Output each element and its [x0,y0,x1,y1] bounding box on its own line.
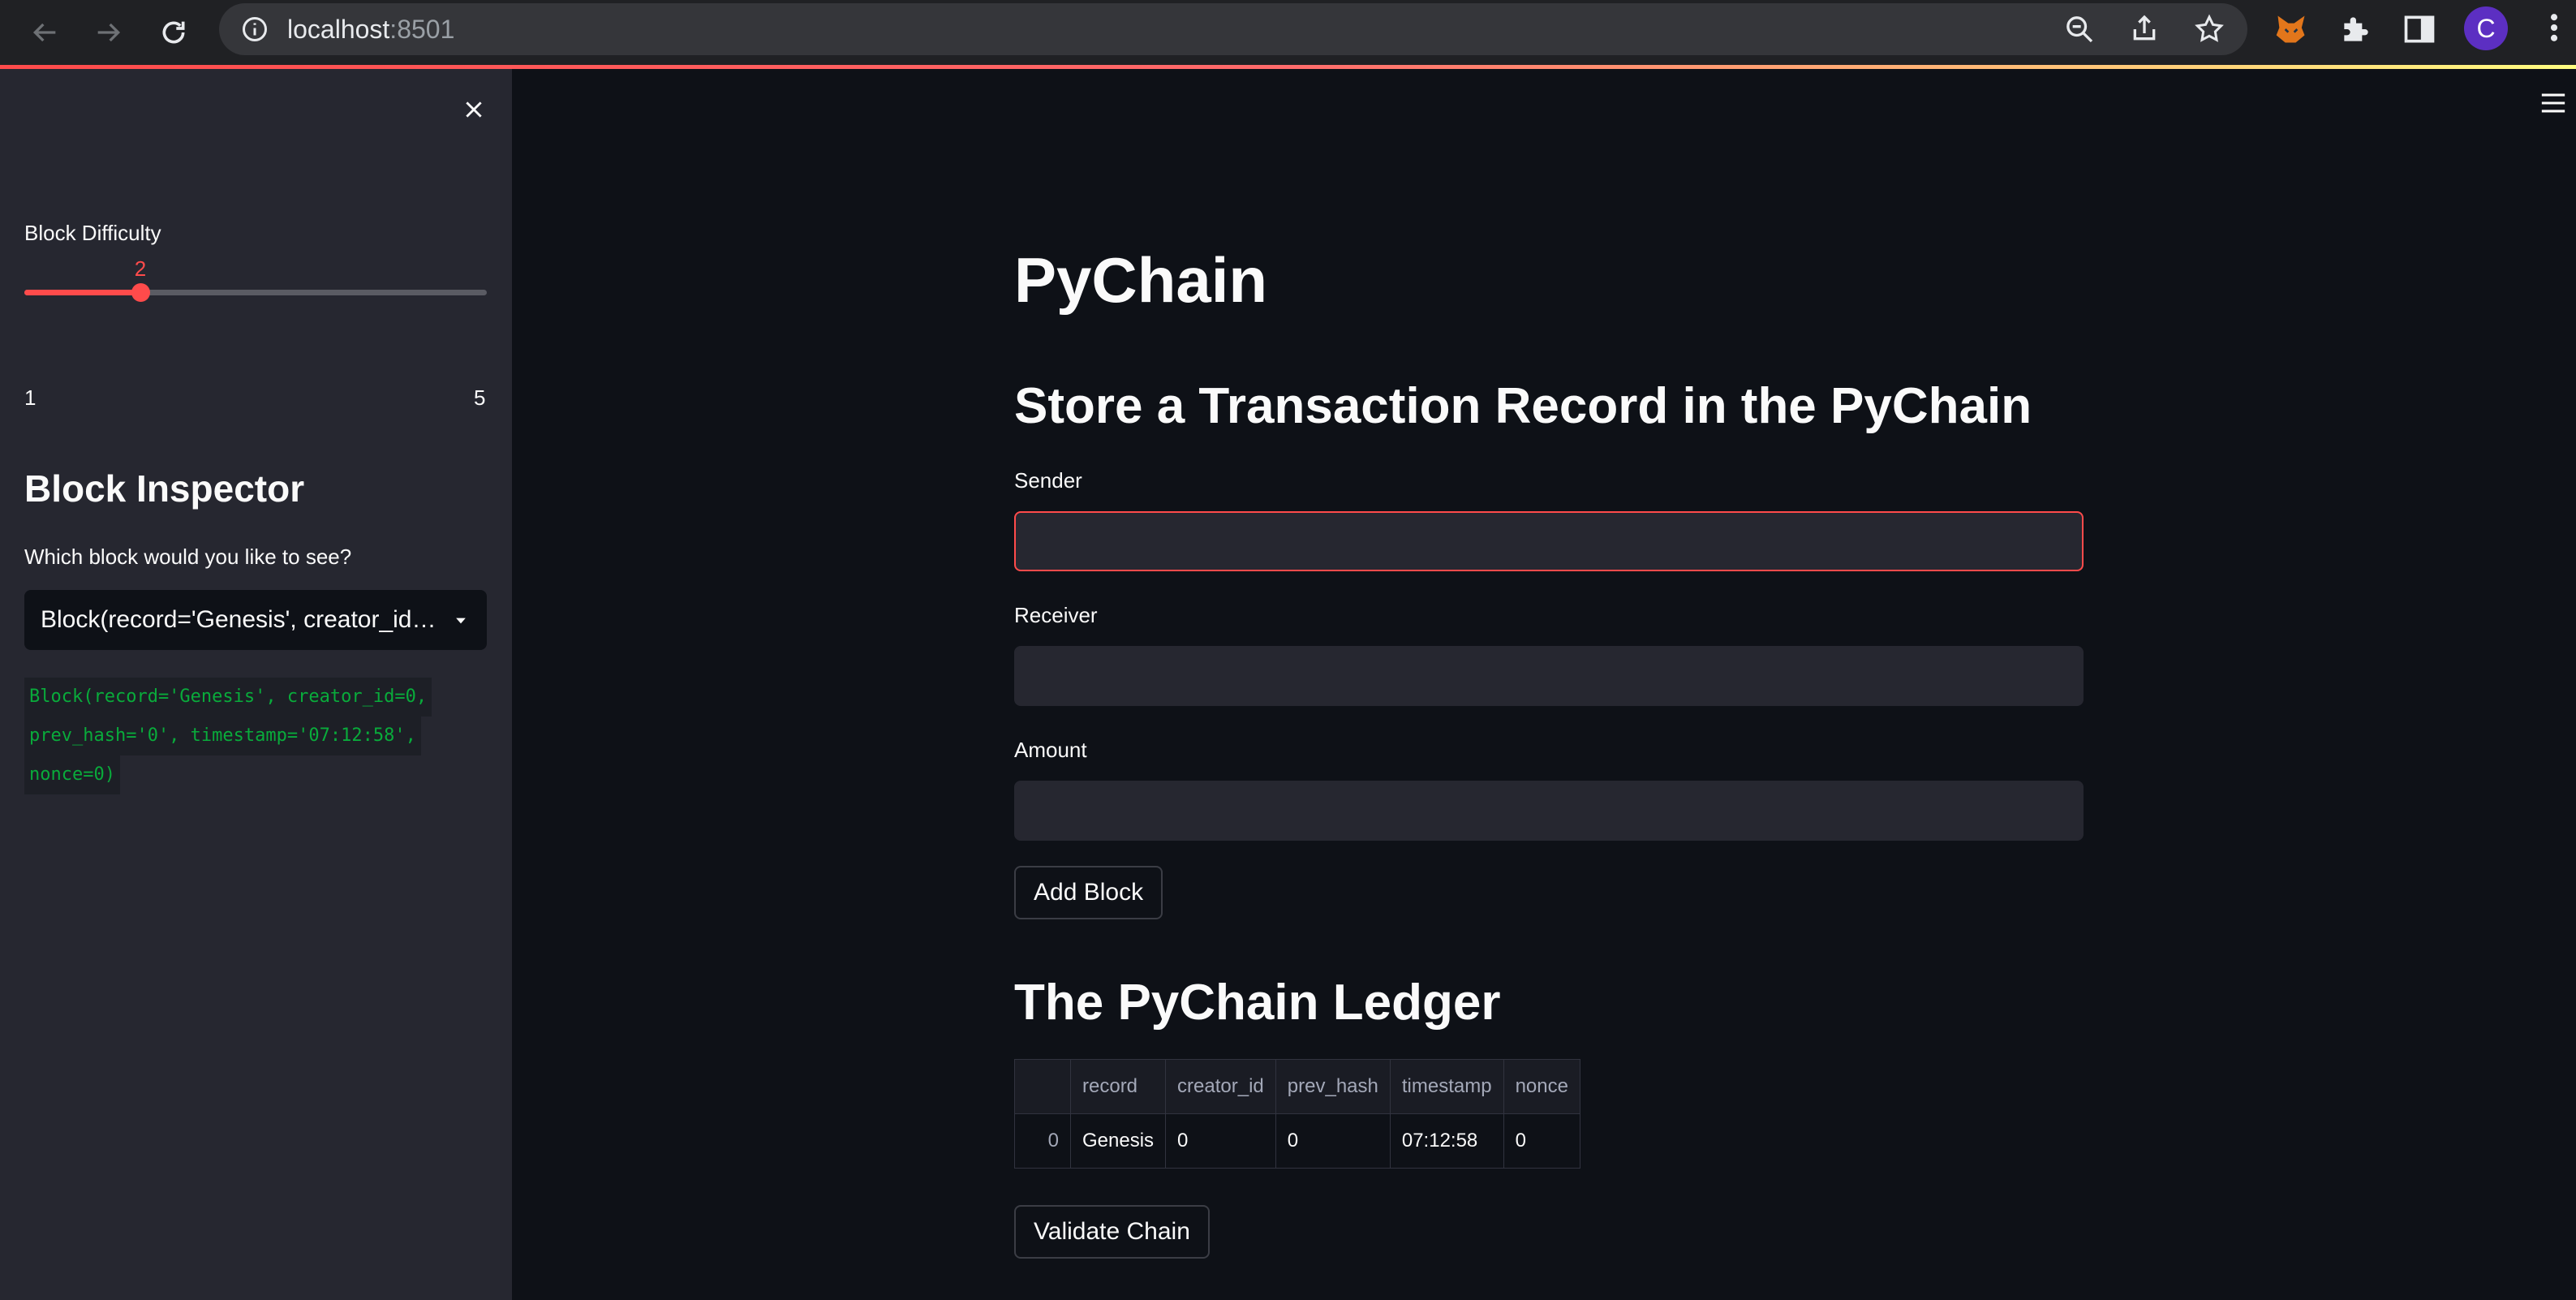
ledger-title: The PyChain Ledger [1014,975,1501,1031]
slider-fill [24,290,140,295]
receiver-label: Receiver [1014,603,1098,627]
block-select-value: Block(record='Genesis', creator_id=0, pr… [41,606,438,633]
form-title: Store a Transaction Record in the PyChai… [1014,378,2032,434]
close-sidebar-button[interactable] [458,93,490,126]
table-cell[interactable]: 0 [1165,1113,1276,1169]
star-icon[interactable] [2193,13,2226,45]
block-difficulty-label: Block Difficulty [24,221,161,245]
table-row: 0 Genesis 0 0 07:12:58 0 [1014,1113,1580,1169]
column-header[interactable]: timestamp [1389,1059,1504,1114]
close-icon [466,101,482,118]
zoom-out-icon[interactable] [2063,13,2096,45]
side-panel-icon[interactable] [2402,11,2437,47]
fox-icon[interactable] [2273,11,2309,47]
chevron-down-icon [456,618,466,624]
slider-min-label: 1 [24,385,37,410]
kebab-menu-icon[interactable] [2538,10,2570,45]
amount-label: Amount [1014,738,1087,762]
row-index: 0 [1014,1113,1071,1169]
column-header[interactable]: record [1069,1059,1167,1114]
validate-chain-button[interactable]: Validate Chain [1014,1205,1210,1259]
slider-thumb[interactable] [131,283,150,302]
column-header[interactable]: creator_id [1165,1059,1276,1114]
reload-icon [162,21,185,44]
table-cell[interactable]: 0 [1275,1113,1391,1169]
table-cell[interactable]: 07:12:58 [1389,1113,1504,1169]
amount-input[interactable] [1014,781,2084,841]
hamburger-menu-icon[interactable] [2539,91,2567,115]
block-code-output: Block(record='Genesis', creator_id=0, pr… [24,678,479,794]
block-inspector-title: Block Inspector [24,467,305,510]
ledger-table[interactable]: record creator_id prev_hash timestamp no… [1014,1059,1580,1169]
slider-max-label: 5 [474,385,486,410]
add-block-button[interactable]: Add Block [1014,866,1163,919]
info-icon[interactable] [240,15,269,44]
share-icon[interactable] [2128,13,2161,45]
browser-toolbar: localhost:8501 C [0,0,2576,65]
column-header[interactable]: prev_hash [1275,1059,1391,1114]
page-title: PyChain [1014,244,1268,316]
address-bar[interactable]: localhost:8501 [219,3,2247,55]
url-text[interactable]: localhost:8501 [287,15,454,44]
arrow-left-icon [32,23,56,42]
reload-button[interactable] [151,10,196,55]
arrow-right-icon [97,23,121,42]
index-header [1014,1059,1071,1114]
back-button[interactable] [22,10,67,55]
table-cell[interactable]: 0 [1503,1113,1580,1169]
slider-value: 2 [134,256,147,281]
table-cell[interactable]: Genesis [1069,1113,1167,1169]
url-host: localhost [287,15,390,44]
code-line: prev_hash='0', timestamp='07:12:58', [24,717,421,755]
column-header[interactable]: nonce [1503,1059,1580,1114]
forward-button[interactable] [86,10,131,55]
puzzle-icon[interactable] [2338,11,2374,47]
avatar[interactable]: C [2464,6,2508,50]
sender-input[interactable] [1014,511,2084,571]
block-select-label: Which block would you like to see? [24,545,352,569]
block-difficulty-slider[interactable]: 2 [24,256,487,316]
receiver-input[interactable] [1014,646,2084,706]
url-port: :8501 [389,15,455,44]
block-select[interactable]: Block(record='Genesis', creator_id=0, pr… [24,590,487,650]
code-line: Block(record='Genesis', creator_id=0, [24,678,432,717]
table-header-row: record creator_id prev_hash timestamp no… [1014,1059,1580,1114]
sender-label: Sender [1014,468,1082,493]
code-line: nonce=0) [24,755,120,794]
sidebar: Block Difficulty 2 1 5 Block Inspector W… [0,69,512,1300]
